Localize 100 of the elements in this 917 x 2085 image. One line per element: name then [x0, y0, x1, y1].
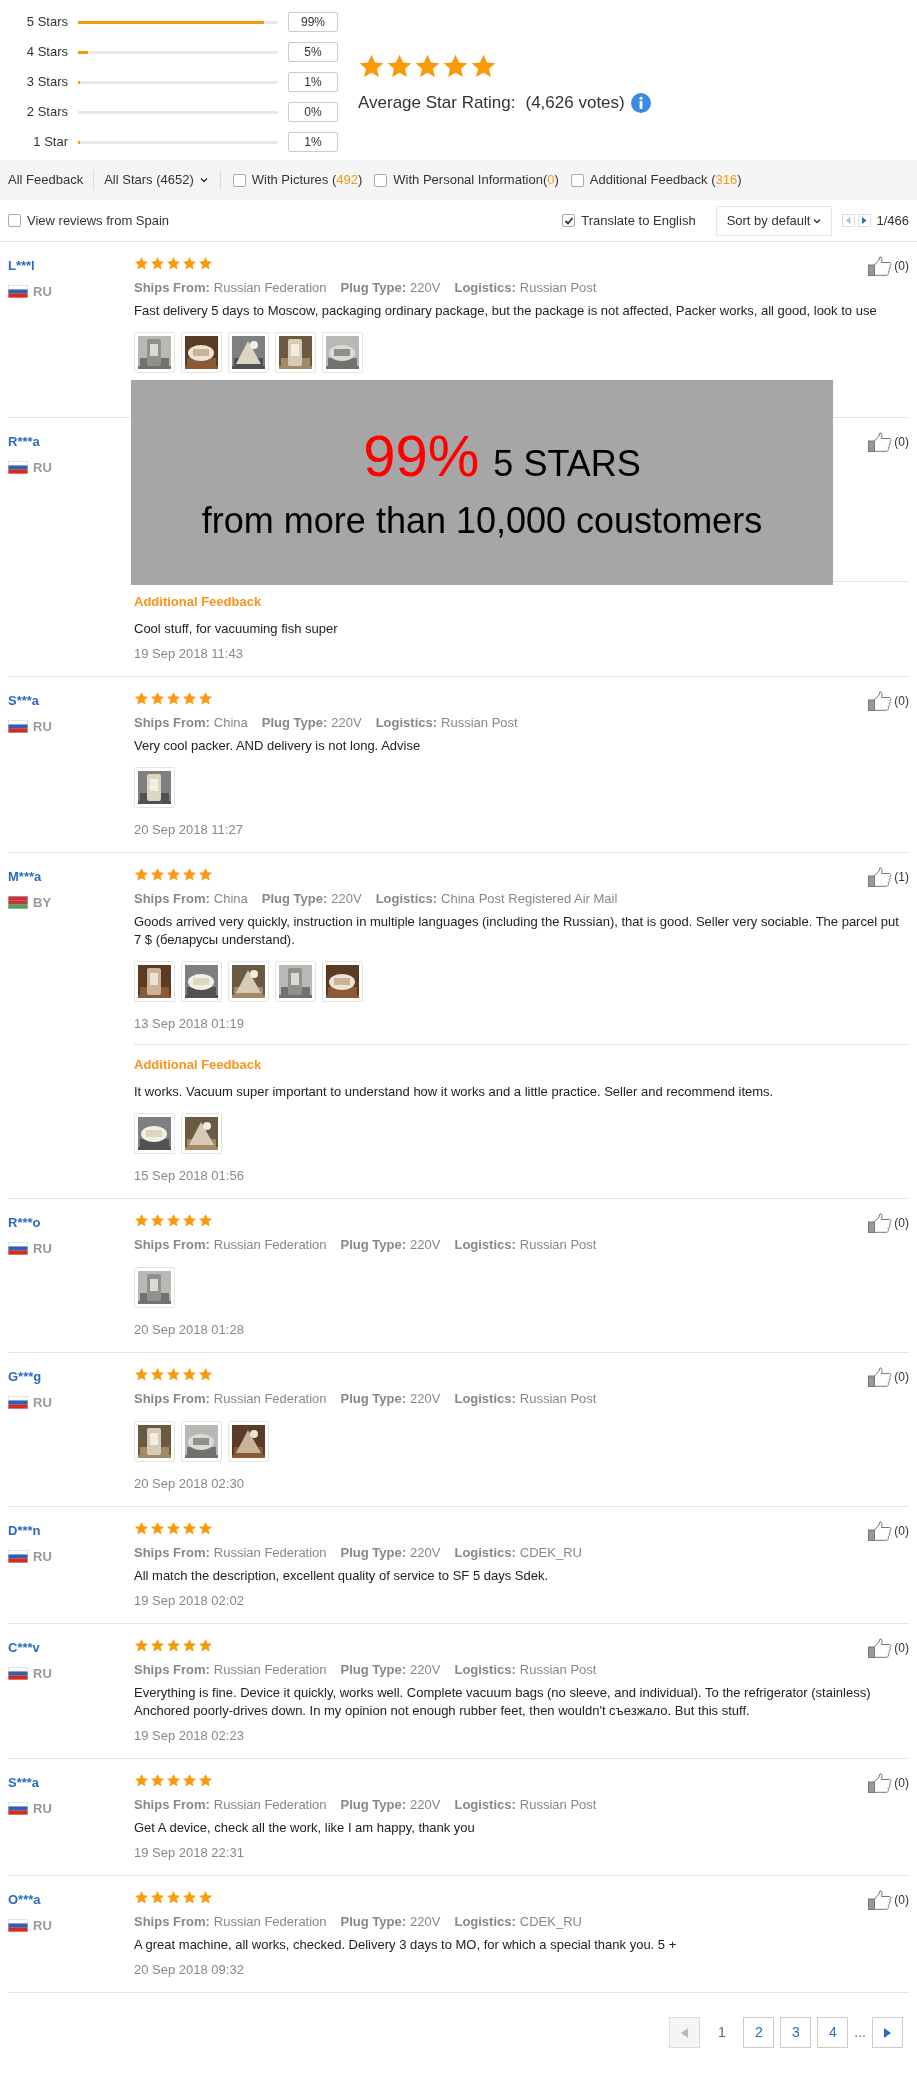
chevron-down-icon: [813, 217, 822, 224]
banner-subtitle: from more than 10,000 coustomers: [201, 502, 763, 539]
thumbs-up-icon[interactable]: [868, 432, 893, 452]
reviewer-name[interactable]: D***n: [8, 1521, 134, 1541]
detail-label: Ships From:: [134, 1544, 210, 1562]
checkbox[interactable]: [374, 173, 388, 187]
next-page-button[interactable]: [872, 2017, 903, 2048]
detail-label: Ships From:: [134, 279, 210, 297]
banner-headline: 5 STARS: [493, 445, 641, 482]
reviewer-name[interactable]: L***l: [8, 256, 134, 276]
detail-label: Plug Type:: [340, 1796, 407, 1814]
star-icon: [166, 1890, 181, 1905]
thumbs-up-icon[interactable]: [868, 691, 893, 711]
checkbox[interactable]: [570, 173, 584, 187]
review-text: Fast delivery 5 days to Moscow, packaging ordinary package, but the package is not affected, Packer works, all good, look to use: [134, 302, 878, 320]
sort-select[interactable]: Sort by default: [715, 205, 833, 236]
thumbs-up-icon[interactable]: [868, 1213, 893, 1233]
info-icon[interactable]: [630, 92, 651, 113]
page-indicator: 1/466: [876, 211, 909, 230]
all-feedback-tab[interactable]: All Feedback: [8, 170, 95, 190]
next-page-button[interactable]: [858, 214, 872, 227]
star-icon: [150, 1367, 165, 1382]
detail-label: Logistics:: [375, 714, 438, 732]
star-icon: [182, 256, 197, 271]
thumbs-up-icon[interactable]: [868, 256, 893, 276]
filter-option-label[interactable]: With Pictures (492): [251, 170, 363, 190]
detail-value: 220V: [410, 1390, 441, 1408]
star-icon: [198, 867, 213, 882]
star-icon: [150, 256, 165, 271]
star-icon: [134, 691, 149, 706]
star-icon: [386, 52, 413, 80]
detail-value: 220V: [331, 890, 362, 908]
review-text: Very cool packer. AND delivery is not long. Advise: [134, 737, 422, 755]
reviewer-name[interactable]: C***v: [8, 1638, 134, 1658]
reviewer-name[interactable]: R***a: [8, 432, 134, 452]
checkbox-label[interactable]: View reviews from Spain: [27, 210, 170, 231]
review-text: Cool stuff, for vacuuming fish super: [134, 620, 339, 638]
detail-value: 220V: [331, 714, 362, 732]
page-number[interactable]: 2: [743, 2017, 775, 2048]
detail-label: Logistics:: [454, 1913, 516, 1931]
review-date: 20 Sep 2018 01:28: [134, 1321, 245, 1339]
star-icon: [150, 1890, 165, 1905]
review-text: It works. Vacuum super important to understand how it works and a little practice. Seller and recommend items.: [134, 1083, 775, 1101]
detail-label: Logistics:: [454, 279, 516, 297]
detail-value: Russian Federation: [213, 1913, 327, 1931]
star-icon: [442, 52, 469, 80]
star-level-label: 4 Stars: [25, 43, 69, 62]
star-filter-select[interactable]: All Stars (4652): [94, 170, 221, 190]
reviewer-name[interactable]: S***a: [8, 1773, 134, 1793]
average-rating-label: Average Star Rating:: [358, 91, 516, 114]
review-text: All match the description, excellent quality of service to SF 5 days Sdek.: [134, 1567, 550, 1585]
review-date: 19 Sep 2018 22:31: [134, 1844, 245, 1862]
country-code: BY: [33, 894, 52, 912]
thumbs-up-icon[interactable]: [868, 1890, 893, 1910]
checkbox[interactable]: [232, 173, 246, 187]
detail-value: Russian Post: [519, 1390, 597, 1408]
star-icon: [198, 1890, 213, 1905]
page-number[interactable]: 4: [817, 2017, 849, 2048]
thumbs-up-icon[interactable]: [868, 1521, 893, 1541]
reviewer-name[interactable]: G***g: [8, 1367, 134, 1387]
detail-label: Logistics:: [454, 1236, 516, 1254]
thumbs-up-icon[interactable]: [868, 1367, 893, 1387]
filter-option-label[interactable]: With Personal Information(0): [393, 170, 559, 190]
star-icon: [166, 1773, 181, 1788]
detail-value: Russian Federation: [213, 1661, 327, 1679]
checkbox[interactable]: [562, 214, 576, 227]
checkbox[interactable]: [8, 214, 21, 227]
review-text: Get A device, check all the work, like I am happy, thank you: [134, 1819, 476, 1837]
country-code: RU: [33, 1665, 52, 1683]
triangle-left-icon: [846, 217, 852, 224]
star-level-label: 3 Stars: [25, 73, 69, 92]
page-number[interactable]: 3: [780, 2017, 812, 2048]
star-icon: [150, 691, 165, 706]
reviewer-name[interactable]: S***a: [8, 691, 134, 711]
detail-label: Ships From:: [134, 890, 210, 908]
reviewer-name[interactable]: M***a: [8, 867, 134, 887]
star-icon: [134, 1213, 149, 1228]
thumbs-up-icon[interactable]: [868, 1773, 893, 1793]
star-icon: [166, 1638, 181, 1653]
detail-value: China Post Registered Air Mail: [441, 890, 618, 908]
page-number[interactable]: 1: [706, 2017, 738, 2048]
chevron-down-icon: [199, 177, 208, 183]
detail-value: Russian Post: [519, 1796, 597, 1814]
detail-label: Ships From:: [134, 1913, 210, 1931]
thumbs-up-icon[interactable]: [868, 1638, 893, 1658]
thumbs-up-icon[interactable]: [868, 867, 893, 887]
star-icon: [134, 867, 149, 882]
star-icon: [182, 1773, 197, 1788]
percent-value: 99%: [288, 12, 338, 32]
checkbox-label[interactable]: Translate to English: [581, 210, 696, 231]
star-icon: [166, 1367, 181, 1382]
reviewer-name[interactable]: R***o: [8, 1213, 134, 1233]
filter-option-label[interactable]: Additional Feedback (316): [589, 170, 742, 190]
detail-value: Russian Federation: [213, 279, 327, 297]
detail-value: 220V: [410, 279, 441, 297]
detail-label: Plug Type:: [340, 1390, 407, 1408]
detail-value: Russian Post: [519, 1661, 597, 1679]
review-date: 19 Sep 2018 02:02: [134, 1592, 245, 1610]
star-icon: [198, 691, 213, 706]
reviewer-name[interactable]: O***a: [8, 1890, 134, 1910]
